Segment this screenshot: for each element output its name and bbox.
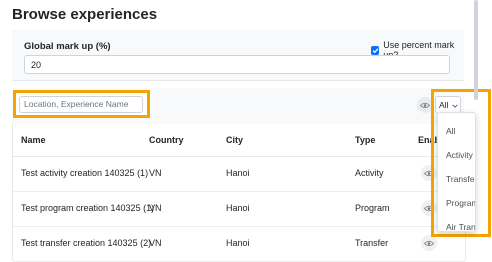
cell-name: Test activity creation 140325 (1)	[21, 168, 149, 178]
cell-name: Test transfer creation 140325 (2)	[21, 238, 152, 248]
check-icon	[372, 47, 379, 53]
dropdown-option-air-transfer[interactable]: Air Tran	[446, 222, 475, 231]
use-percent-checkbox[interactable]	[371, 45, 380, 55]
eye-icon	[424, 240, 434, 246]
cell-city: Hanoi	[226, 168, 250, 178]
table-row[interactable]: Test activity creation 140325 (1) VN Han…	[13, 156, 465, 192]
filter-bar: Location, Experience Name All	[12, 88, 464, 125]
cell-name: Test program creation 140325 (1)	[21, 203, 155, 213]
dropdown-option-activity[interactable]: Activity	[446, 150, 473, 160]
dropdown-option-program[interactable]: Program	[446, 198, 475, 208]
column-header-type: Type	[355, 135, 376, 145]
page-title: Browse experiences	[12, 6, 158, 23]
eye-icon	[420, 102, 430, 108]
column-header-country: Country	[149, 135, 184, 145]
markup-input[interactable]: 20	[24, 55, 450, 74]
column-header-city: City	[226, 135, 244, 145]
table-row[interactable]: Test program creation 140325 (1) VN Hano…	[13, 191, 465, 227]
cell-country: VN	[149, 168, 162, 178]
search-input[interactable]: Location, Experience Name	[19, 96, 143, 113]
table-header: Name Country City Type Enab	[13, 124, 465, 157]
type-dropdown-menu: All Activity Transfer Program Air Tran	[437, 112, 476, 232]
cell-country: VN	[149, 203, 162, 213]
table-row[interactable]: Test transfer creation 140325 (2) VN Han…	[13, 226, 465, 262]
dropdown-option-transfer[interactable]: Transfer	[446, 174, 475, 184]
column-header-name: Name	[21, 135, 46, 145]
markup-label: Global mark up (%)	[24, 41, 111, 52]
row-visibility-button[interactable]	[421, 235, 437, 251]
search-highlight-box: Location, Experience Name	[13, 90, 150, 118]
cell-type: Activity	[355, 168, 384, 178]
cell-city: Hanoi	[226, 238, 250, 248]
dropdown-option-all[interactable]: All	[446, 126, 455, 136]
experiences-table: Name Country City Type Enab Test activit…	[12, 124, 466, 262]
cell-city: Hanoi	[226, 203, 250, 213]
page-scrollbar[interactable]	[474, 0, 478, 100]
cell-type: Program	[355, 203, 390, 213]
cell-type: Transfer	[355, 238, 389, 248]
markup-card: Global mark up (%) Use percent mark up? …	[12, 30, 464, 81]
cell-country: VN	[149, 238, 162, 248]
